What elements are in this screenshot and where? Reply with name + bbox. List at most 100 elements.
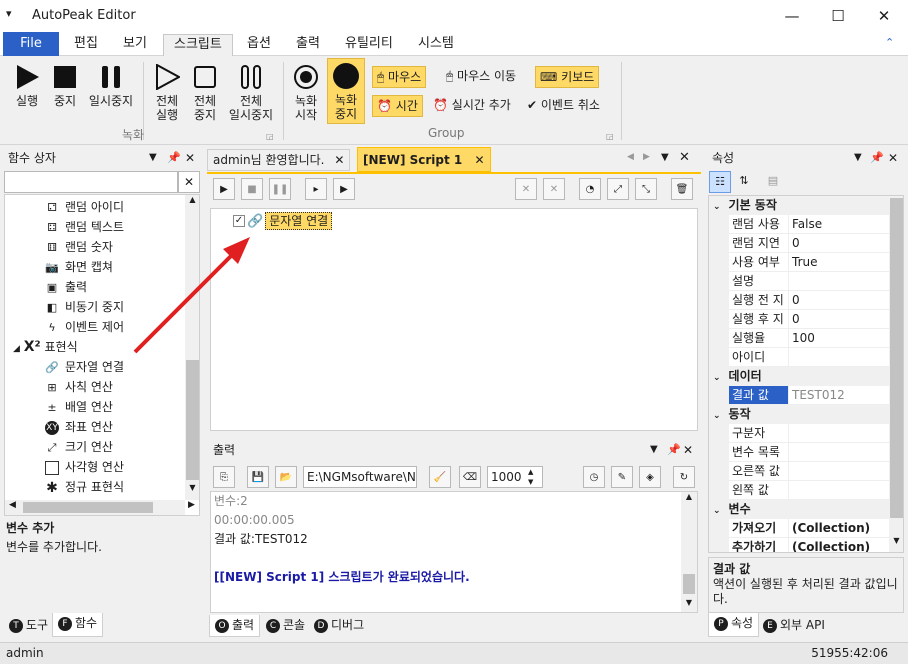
collapse-icon[interactable]: ⌄ bbox=[713, 411, 721, 421]
tree-item-rect-op[interactable]: 사각형 연산 bbox=[45, 457, 124, 477]
property-value[interactable] bbox=[789, 424, 903, 443]
property-row[interactable]: 랜덤 지연 0 bbox=[709, 234, 903, 253]
doc-close-icon[interactable]: ✕ bbox=[679, 150, 690, 165]
menu-view[interactable]: 보기 bbox=[113, 34, 157, 56]
property-value[interactable] bbox=[789, 443, 903, 462]
node-checkbox[interactable]: ✓ bbox=[233, 215, 245, 227]
property-row[interactable]: 왼쪽 값 bbox=[709, 481, 903, 500]
tab-output[interactable]: O 출력 bbox=[209, 615, 261, 637]
tree-item-event-control[interactable]: ϟ 이벤트 제어 bbox=[45, 317, 124, 337]
property-value[interactable]: True bbox=[789, 253, 903, 272]
path-input[interactable]: E:\NGMsoftware\NG bbox=[303, 466, 417, 488]
folder-button[interactable]: 📂 bbox=[275, 466, 297, 488]
collapse-icon[interactable]: ⌄ bbox=[713, 506, 721, 516]
tab-script1[interactable]: [NEW] Script 1 ✕ bbox=[357, 147, 491, 172]
scroll-down-icon[interactable]: ▼ bbox=[185, 483, 199, 492]
menu-script[interactable]: 스크립트 bbox=[163, 34, 233, 57]
trash-button[interactable]: 🗑 bbox=[671, 178, 693, 200]
save-button[interactable]: 💾 bbox=[247, 466, 269, 488]
property-row[interactable]: 실행 후 지0 bbox=[709, 310, 903, 329]
line-count-stepper[interactable]: 1000 ▲ ▼ bbox=[487, 466, 543, 488]
pin-icon[interactable]: 📌 bbox=[667, 439, 681, 461]
open-script-button[interactable]: ⎘ bbox=[213, 466, 235, 488]
tab-properties[interactable]: P 속성 bbox=[708, 613, 760, 637]
tab-close-icon[interactable]: ✕ bbox=[334, 153, 344, 167]
tree-item-array-op[interactable]: ± 배열 연산 bbox=[45, 397, 124, 417]
script-stop-button[interactable]: ■ bbox=[241, 178, 263, 200]
collapse-ribbon-icon[interactable]: ⌃ bbox=[885, 36, 894, 49]
scroll-thumb[interactable] bbox=[683, 574, 695, 594]
scroll-thumb[interactable] bbox=[186, 360, 199, 480]
tab-scroll-right-icon[interactable]: ▶ bbox=[643, 152, 650, 162]
property-value[interactable] bbox=[789, 462, 903, 481]
group-launcher-icon[interactable]: ◲ bbox=[266, 132, 274, 141]
pause-button[interactable]: 일시중지 bbox=[85, 60, 137, 124]
property-category[interactable]: ⌄ 동작 bbox=[709, 405, 903, 424]
expand-icon[interactable]: ◢ bbox=[13, 344, 20, 354]
step-into-button[interactable]: ▸ bbox=[305, 178, 327, 200]
scroll-up-icon[interactable]: ▲ bbox=[185, 195, 199, 204]
menu-options[interactable]: 옵션 bbox=[237, 34, 281, 56]
delete-disabled-button[interactable]: ✕ bbox=[515, 178, 537, 200]
tab-close-icon[interactable]: ✕ bbox=[474, 153, 484, 167]
keyboard-button[interactable]: ⌨ 키보드 bbox=[535, 66, 600, 88]
dropdown-icon[interactable]: ▼ bbox=[149, 147, 157, 169]
property-row[interactable]: 랜덤 사용 False bbox=[709, 215, 903, 234]
group-launcher-icon[interactable]: ◲ bbox=[606, 132, 614, 141]
clean-button[interactable]: 🧹 bbox=[429, 466, 451, 488]
property-row[interactable]: 구분자 bbox=[709, 424, 903, 443]
property-value[interactable]: 0 bbox=[789, 310, 903, 329]
tab-tools[interactable]: T 도구 bbox=[4, 615, 53, 637]
property-value[interactable]: 0 bbox=[789, 234, 903, 253]
close-button[interactable]: ✕ bbox=[861, 0, 907, 32]
property-value[interactable]: 0 bbox=[789, 291, 903, 310]
property-value[interactable] bbox=[789, 348, 903, 367]
stepper-arrows-icon[interactable]: ▲ ▼ bbox=[528, 467, 533, 487]
tree-item-arithmetic[interactable]: ⊞ 사칙 연산 bbox=[45, 377, 124, 397]
scroll-right-icon[interactable]: ▶ bbox=[188, 500, 195, 510]
maximize-button[interactable]: ☐ bbox=[815, 0, 861, 32]
tab-external-api[interactable]: E 외부 API bbox=[758, 615, 830, 637]
dropdown-icon[interactable]: ▼ bbox=[650, 439, 658, 461]
refresh-button[interactable]: ↻ bbox=[673, 466, 695, 488]
collapse-button[interactable]: ⤡ bbox=[635, 178, 657, 200]
tab-debug[interactable]: D 디버그 bbox=[309, 615, 369, 637]
tree-item-output[interactable]: ▣ 출력 bbox=[45, 277, 124, 297]
property-row[interactable]: 오른쪽 값 bbox=[709, 462, 903, 481]
brush-button[interactable]: ✎ bbox=[611, 466, 633, 488]
script-canvas[interactable]: ✓ 🔗 문자열 연결 bbox=[210, 208, 698, 431]
timer-button[interactable]: ◔ bbox=[579, 178, 601, 200]
property-value[interactable]: (Collection) bbox=[789, 519, 903, 538]
tree-item-random-id[interactable]: ⚁ 랜덤 아이디 bbox=[45, 197, 124, 217]
script-pause-button[interactable]: ❚❚ bbox=[269, 178, 291, 200]
record-start-button[interactable]: 녹화 시작 bbox=[287, 60, 325, 124]
scroll-up-icon[interactable]: ▲ bbox=[681, 492, 697, 501]
property-value[interactable] bbox=[789, 272, 903, 291]
property-value[interactable]: (Collection) bbox=[789, 538, 903, 552]
property-value[interactable]: TEST012 bbox=[789, 386, 903, 405]
property-pages-button[interactable]: ▤ bbox=[762, 171, 784, 193]
tab-functions[interactable]: F 함수 bbox=[52, 613, 104, 637]
mouse-button[interactable]: 🖱 마우스 bbox=[372, 66, 427, 88]
tree-scrollbar[interactable]: ▲ ▼ bbox=[185, 195, 199, 500]
eraser-button[interactable]: ⌫ bbox=[459, 466, 481, 488]
clock-button[interactable]: ◷ bbox=[583, 466, 605, 488]
log-scrollbar[interactable]: ▲ ▼ bbox=[681, 492, 697, 612]
tab-list-icon[interactable]: ▼ bbox=[661, 152, 669, 163]
record-stop-button[interactable]: 녹화 중지 bbox=[327, 58, 365, 124]
property-value[interactable]: 100 bbox=[789, 329, 903, 348]
tree-item-size-op[interactable]: ⤢ 크기 연산 bbox=[45, 437, 124, 457]
property-value[interactable] bbox=[789, 481, 903, 500]
tree-item-async-stop[interactable]: ◧ 비동기 중지 bbox=[45, 297, 124, 317]
tree-item-random-text[interactable]: ⚃ 랜덤 텍스트 bbox=[45, 217, 124, 237]
property-category[interactable]: ⌄ 변수 bbox=[709, 500, 903, 519]
property-category[interactable]: ⌄ 데이터 bbox=[709, 367, 903, 386]
property-row[interactable]: 변수 목록 bbox=[709, 443, 903, 462]
time-button[interactable]: ⏰ 시간 bbox=[372, 95, 423, 117]
tab-welcome[interactable]: admin님 환영합니다. ✕ bbox=[207, 149, 351, 171]
property-row[interactable]: 실행율 100 bbox=[709, 329, 903, 348]
event-cancel-button[interactable]: ✔ 이벤트 취소 bbox=[523, 95, 604, 117]
property-scrollbar[interactable]: ▼ bbox=[889, 196, 903, 552]
tree-item-regex[interactable]: ✱ 정규 표현식 bbox=[45, 477, 124, 497]
property-row[interactable]: 사용 여부 True bbox=[709, 253, 903, 272]
